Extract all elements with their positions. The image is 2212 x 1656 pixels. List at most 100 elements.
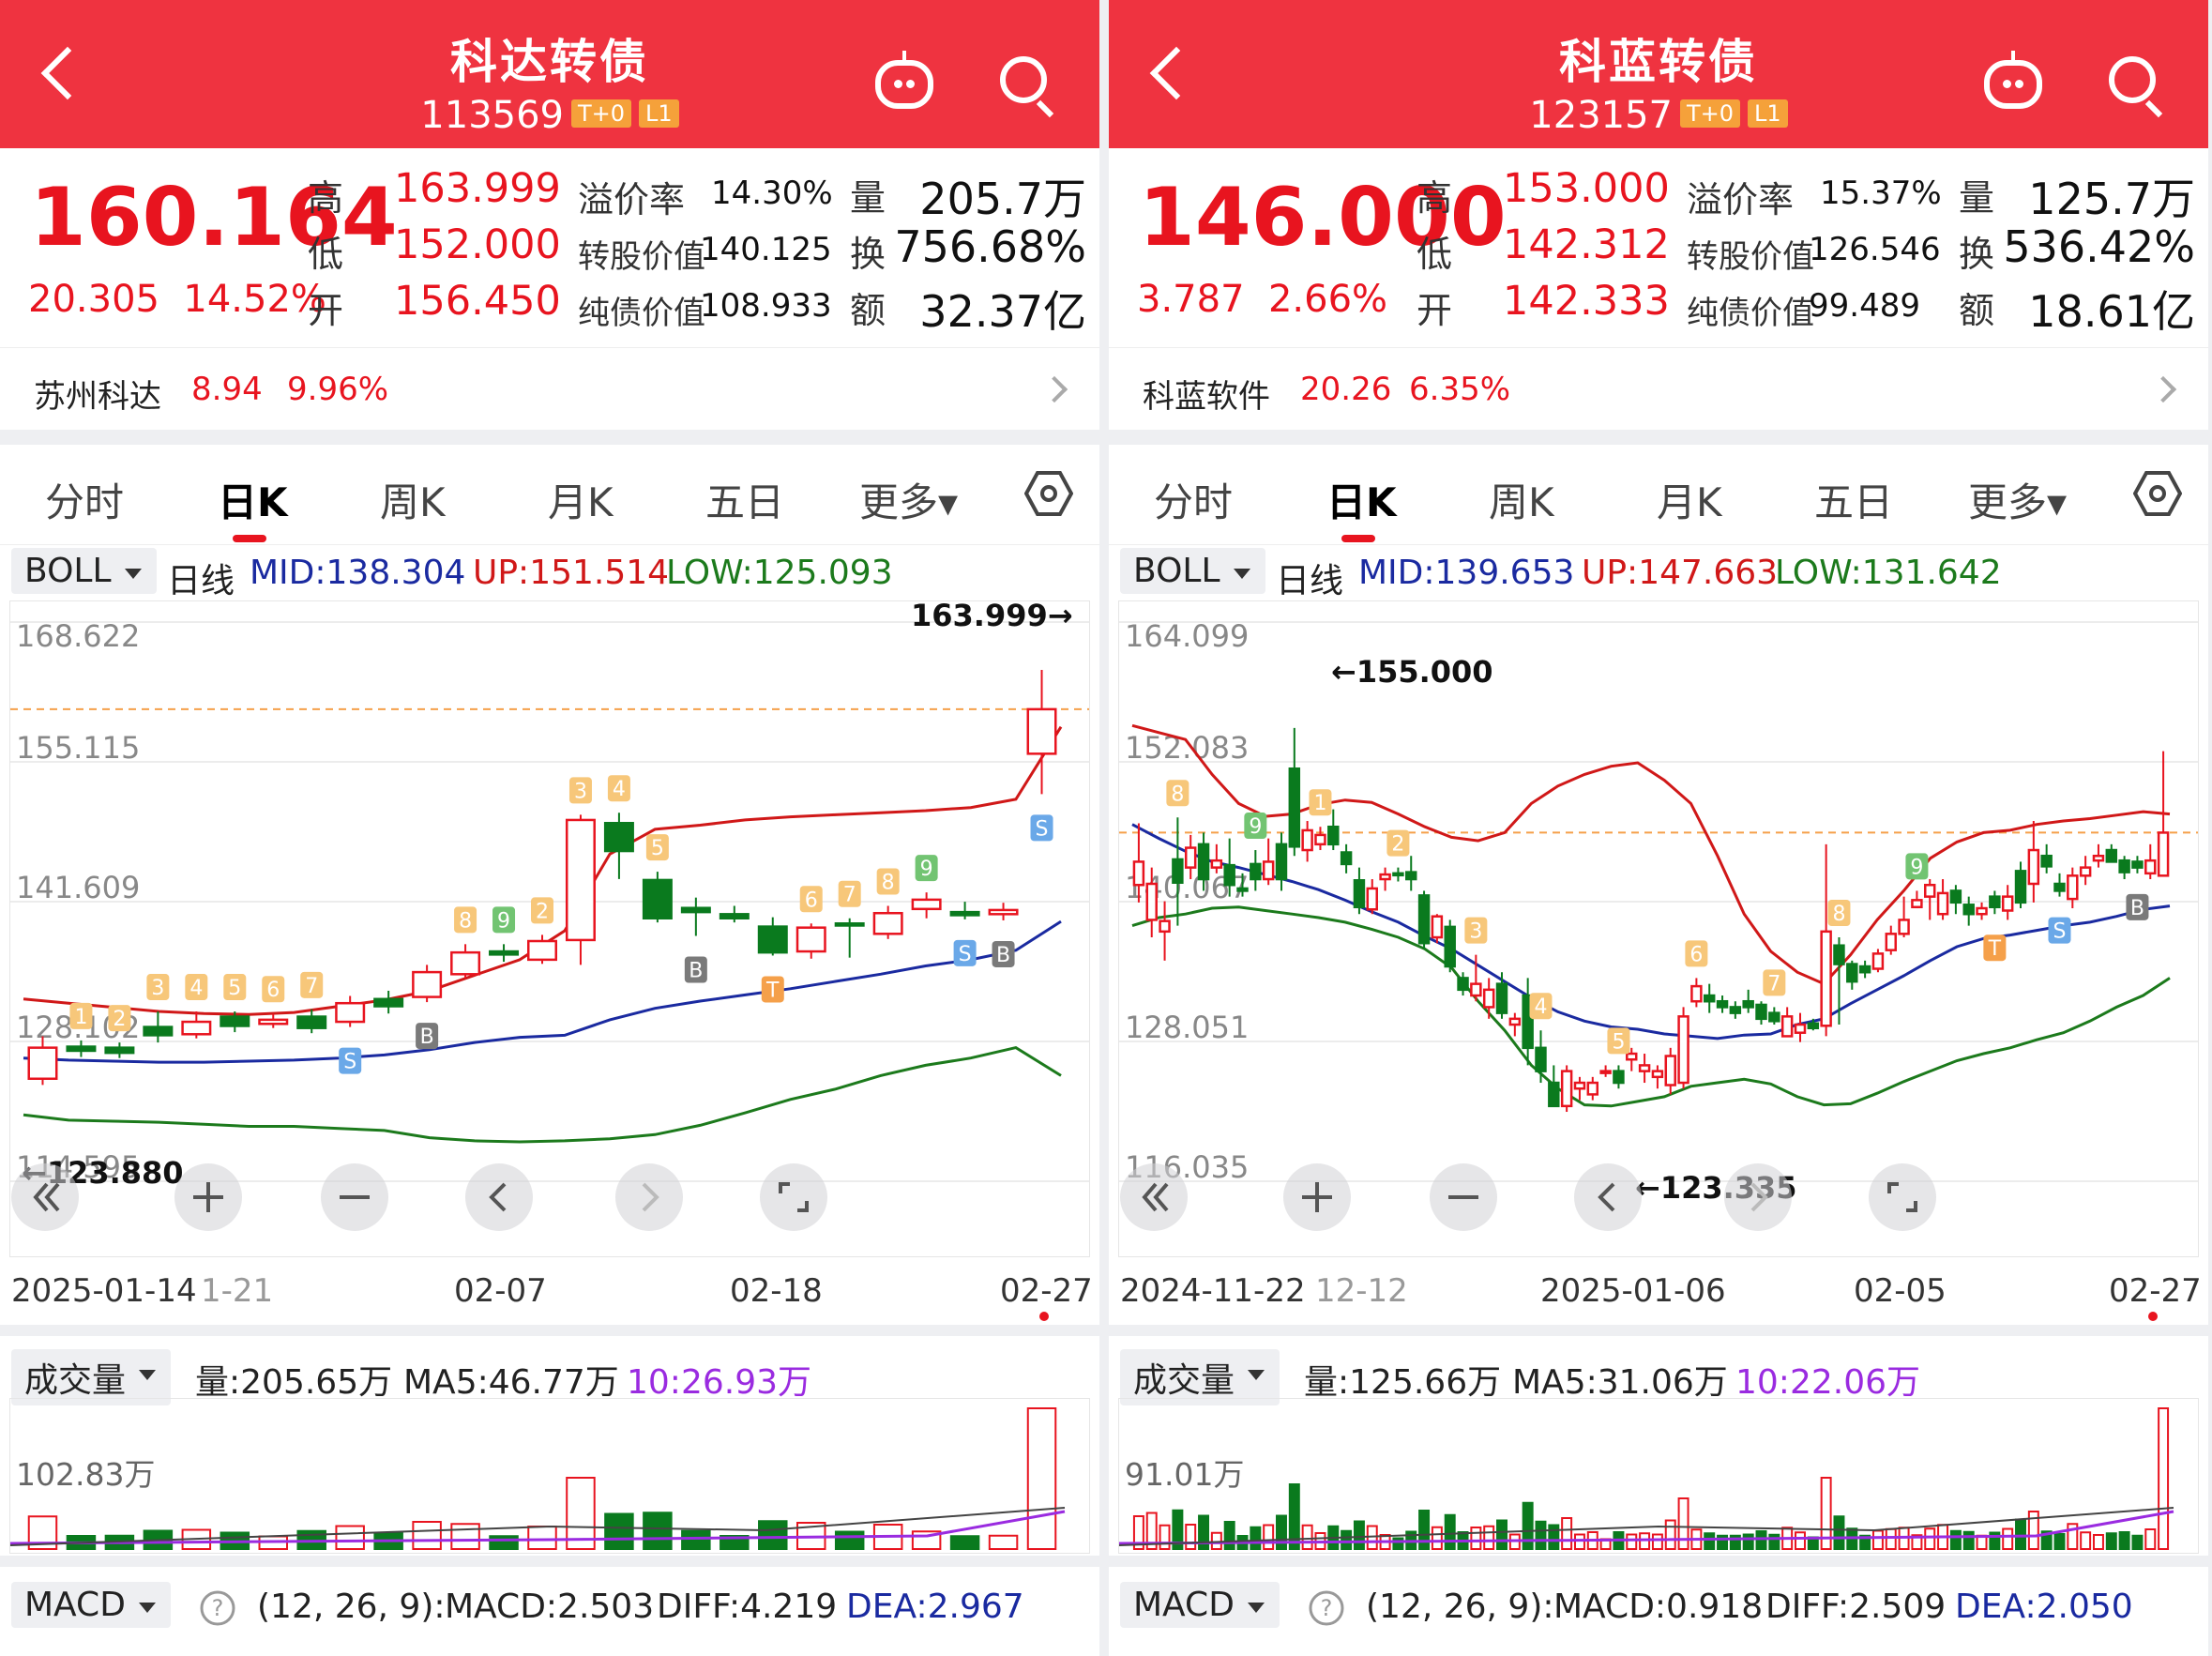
scroll-start-button[interactable] (1120, 1163, 1188, 1231)
volume-indicator-bar: 成交量 量:125.66万 MA5:31.06万 10:22.06万 (1120, 1349, 2199, 1405)
signal-badge-label: T (765, 979, 780, 1002)
help-icon[interactable]: ? (1308, 1589, 1345, 1627)
signal-badge-label: 6 (1689, 943, 1703, 966)
candle-body (2079, 866, 2092, 877)
macd-value: MACD:0.918 (1553, 1588, 1764, 1626)
volume-bar (1185, 1524, 1197, 1550)
candle-body (1755, 1003, 1767, 1021)
volume-dropdown[interactable]: 成交量 (1120, 1349, 1280, 1405)
candle-body (1703, 994, 1716, 1003)
fullscreen-icon (779, 1182, 809, 1212)
tab-weekly-k[interactable]: 周K (1489, 471, 1554, 528)
candle-body (603, 822, 634, 853)
kline-chart[interactable]: 168.622155.115141.609128.102114.595163.9… (9, 598, 1090, 1257)
zoom-out-button[interactable] (1430, 1163, 1497, 1231)
underlying-stock-row[interactable]: 科蓝软件 20.26 6.35% (1109, 347, 2208, 431)
volume-bar (1418, 1510, 1431, 1550)
underlying-stock-row[interactable]: 苏州科达 8.94 9.96% (0, 347, 1099, 431)
volume-bar (988, 1534, 1019, 1550)
search-icon[interactable] (2109, 56, 2156, 103)
candle-body (1508, 1017, 1522, 1026)
boll-dropdown[interactable]: BOLL (1120, 548, 1265, 594)
prev-button[interactable] (1574, 1163, 1642, 1231)
candle-body (988, 908, 1019, 916)
volume-bar (2118, 1531, 2130, 1550)
zoom-out-icon (1448, 1195, 1478, 1199)
volume-bar (412, 1521, 442, 1550)
signal-badge-label: 6 (805, 889, 818, 912)
signal-badge-label: 3 (1469, 920, 1482, 944)
robot-icon[interactable] (1984, 51, 2042, 109)
volume-bar (1353, 1520, 1365, 1550)
premium-value: 14.30% (711, 175, 833, 212)
zoom-out-button[interactable] (321, 1163, 388, 1231)
robot-icon[interactable] (875, 51, 933, 109)
signal-badge-label: S (2053, 920, 2067, 944)
next-button[interactable] (615, 1163, 683, 1231)
high-label: 高 (1417, 177, 1453, 219)
candle-body (949, 910, 980, 917)
x-label-end: 02-27 (2109, 1272, 2202, 1310)
search-icon[interactable] (1000, 56, 1047, 103)
fullscreen-button[interactable] (1869, 1163, 1936, 1231)
tab-monthly-k[interactable]: 月K (548, 471, 614, 528)
l1-badge: L1 (639, 99, 679, 128)
tab-weekly-k[interactable]: 周K (380, 471, 446, 528)
zoom-in-button[interactable] (1283, 1163, 1351, 1231)
tab-more[interactable]: 更多▾ (859, 471, 958, 528)
candle-body (1457, 977, 1469, 992)
signal-badge-label: S (343, 1051, 356, 1074)
candle-body (1599, 1070, 1612, 1074)
tab-five-day[interactable]: 五日 (705, 471, 784, 528)
volume-dropdown[interactable]: 成交量 (11, 1349, 172, 1405)
volume-ma5: MA5:31.06万 (1512, 1363, 1728, 1402)
candle-body (1405, 871, 1417, 881)
tab-more[interactable]: 更多▾ (1968, 471, 2067, 528)
next-icon (642, 1182, 659, 1212)
period-tabs: 分时 日K 周K 月K 五日 更多▾ (1109, 445, 2208, 545)
signal-badge-label: 2 (536, 900, 549, 923)
tab-daily-k[interactable]: 日K (218, 471, 288, 528)
candle-body (1548, 1081, 1560, 1108)
amount-label: 额 (1959, 290, 1995, 331)
divider (0, 1556, 1099, 1567)
tab-monthly-k[interactable]: 月K (1657, 471, 1722, 528)
price-change: 20.305 14.52% (28, 278, 326, 321)
quote-block: 160.164 20.305 14.52% 高 低 开 163.999 152.… (0, 148, 1099, 345)
fullscreen-button[interactable] (760, 1163, 827, 1231)
candle-body (1833, 944, 1845, 965)
settings-hex-icon[interactable] (1024, 469, 1073, 518)
active-tab-indicator (1341, 535, 1375, 542)
premium-label: 溢价率 (1687, 179, 1795, 220)
prev-button[interactable] (465, 1163, 533, 1231)
candle-body (258, 1018, 289, 1026)
tab-daily-k[interactable]: 日K (1326, 471, 1397, 528)
tab-five-day[interactable]: 五日 (1814, 471, 1893, 528)
macd-dropdown[interactable]: MACD (11, 1582, 171, 1628)
next-icon (1750, 1182, 1768, 1212)
signal-badge-label: S (1036, 817, 1049, 841)
help-icon[interactable]: ? (199, 1589, 236, 1627)
kline-chart[interactable]: 164.099 152.083 140.067 128.051 116.035 ←155.… (1118, 600, 2199, 1257)
volume-bar (604, 1512, 634, 1550)
bond-title: 科蓝转债 (1559, 35, 1758, 89)
signal-badge-label: 8 (882, 872, 895, 895)
signal-badge-label: 2 (113, 1008, 126, 1031)
candle-body (1807, 1022, 1820, 1030)
signal-badge-label: 9 (1910, 856, 1923, 879)
volume-chart[interactable]: 91.01万 (1118, 1398, 2199, 1554)
candle-body (1417, 894, 1431, 945)
zoom-in-button[interactable] (174, 1163, 242, 1231)
tab-intraday[interactable]: 分时 (45, 471, 124, 528)
settings-hex-icon[interactable] (2133, 469, 2182, 518)
app-header: 科达转债 113569 T+0 L1 (0, 0, 1099, 148)
volume-indicator-bar: 成交量 量:205.65万 MA5:46.77万 10:26.93万 (11, 1349, 1090, 1405)
open-value: 142.333 (1503, 278, 1670, 325)
volume-chart[interactable]: 102.83万 (9, 1398, 1090, 1554)
tab-intraday[interactable]: 分时 (1154, 471, 1233, 528)
scroll-start-button[interactable] (11, 1163, 79, 1231)
boll-dropdown[interactable]: BOLL (11, 548, 157, 594)
signal-badge-label: 9 (497, 909, 510, 933)
macd-dropdown[interactable]: MACD (1120, 1582, 1280, 1628)
next-button[interactable] (1724, 1163, 1792, 1231)
